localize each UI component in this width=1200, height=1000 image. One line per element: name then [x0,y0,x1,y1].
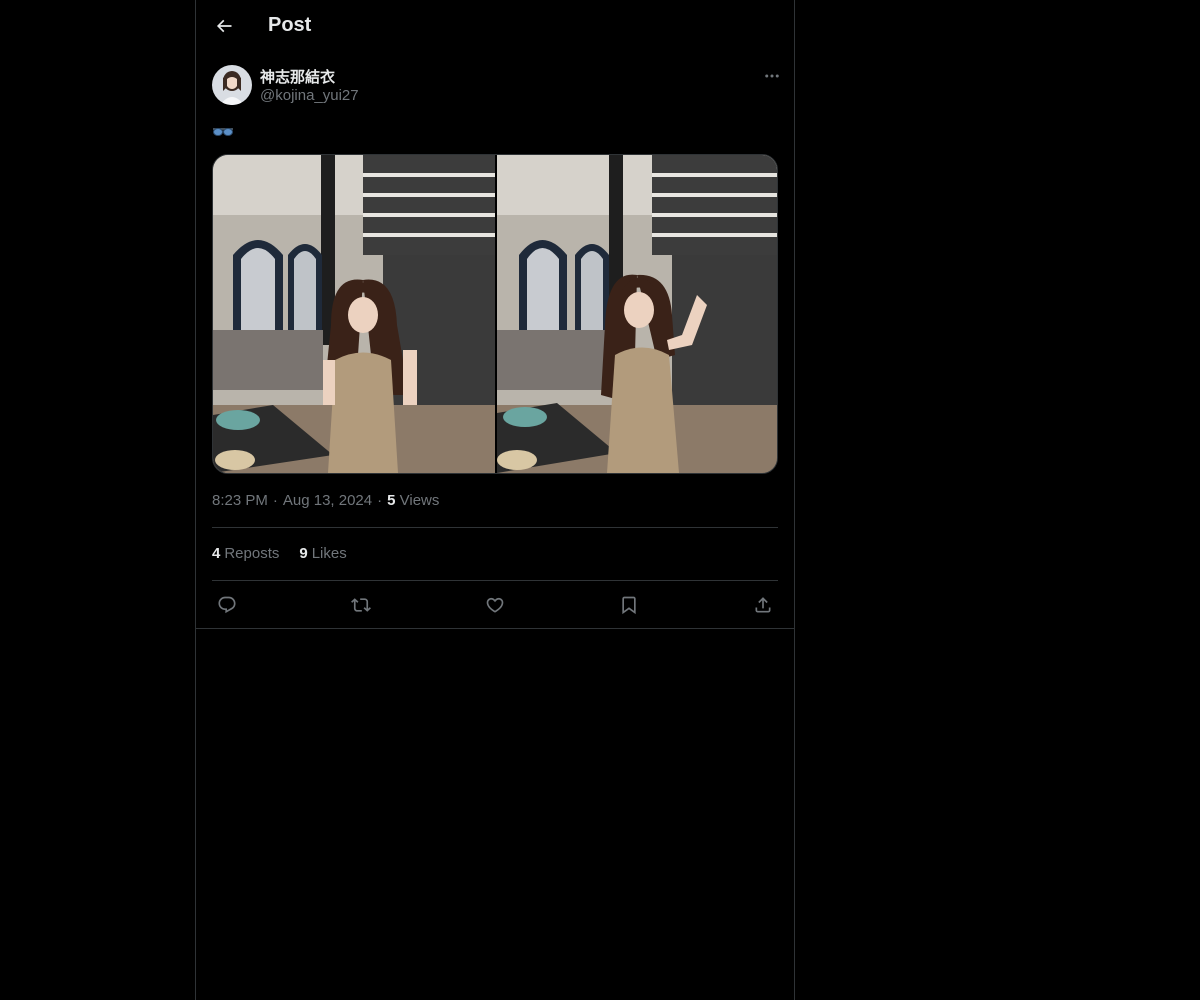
post-time[interactable]: 8:23 PM [212,492,268,509]
bookmark-icon [622,596,636,615]
post-date[interactable]: Aug 13, 2024 [283,492,372,509]
like-button[interactable] [480,590,510,620]
likes-stat[interactable]: 9 Likes [299,545,346,562]
meta-separator: · [377,492,383,509]
author-display-name[interactable]: 神志那結衣 [260,66,335,87]
share-icon [755,597,771,613]
arrow-left-icon [216,19,232,33]
post-meta: 8:23 PM · Aug 13, 2024 · 5 Views [212,492,439,509]
views-number: 5 [387,492,396,509]
reply-button[interactable] [212,590,242,620]
post-text [212,122,234,142]
views-label: Views [399,492,440,509]
author-handle[interactable]: @kojina_yui27 [260,87,359,104]
page-header: Post [196,0,794,53]
repost-icon [351,598,371,612]
post-author: 神志那結衣 @kojina_yui27 [212,64,779,108]
repost-button[interactable] [346,590,376,620]
more-options-button[interactable] [760,64,784,88]
reposts-label: Reposts [224,545,280,562]
post-photo-2[interactable] [497,155,777,473]
like-icon [486,597,504,613]
primary-column: Post 神志那結衣 @kojina_yui27 8:23 PM · Aug 1… [195,0,795,1000]
bookmark-button[interactable] [614,590,644,620]
avatar[interactable] [212,65,252,105]
post-actions [212,590,778,620]
meta-separator: · [272,492,278,509]
post-bottom-border [196,628,794,629]
reply-icon [218,596,236,614]
post-photo-1[interactable] [213,155,495,473]
share-button[interactable] [748,590,778,620]
more-horizontal-icon [765,74,779,78]
reposts-count: 4 [212,545,221,562]
likes-label: Likes [311,545,347,562]
views-count[interactable]: 5 Views [387,492,439,509]
reposts-stat[interactable]: 4 Reposts [212,545,279,562]
divider [212,580,778,581]
page-title: Post [268,14,312,36]
glasses-emoji [213,128,233,136]
back-button[interactable] [208,10,240,42]
likes-count: 9 [299,545,308,562]
divider [212,527,778,528]
post-stats: 4 Reposts 9 Likes [212,545,347,562]
post-media [212,154,778,474]
